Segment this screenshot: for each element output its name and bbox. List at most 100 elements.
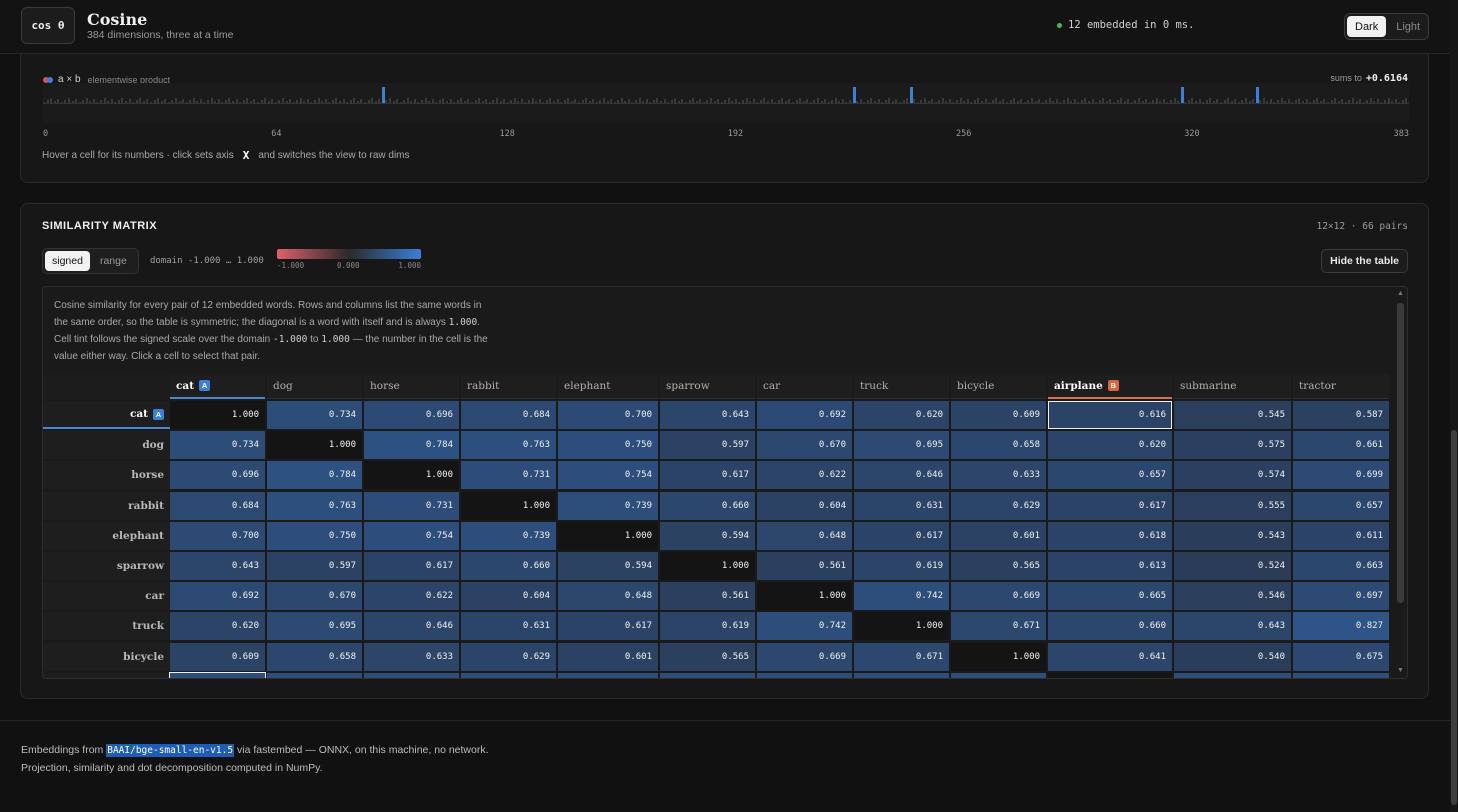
- matrix-cell[interactable]: 0.620: [170, 612, 265, 641]
- matrix-cell[interactable]: 0.643: [1174, 612, 1291, 641]
- matrix-cell[interactable]: 0.620: [1048, 431, 1172, 460]
- row-header-bicycle[interactable]: bicycle: [43, 642, 170, 671]
- matrix-cell[interactable]: 0.633: [951, 461, 1046, 490]
- matrix-cell[interactable]: 0.734: [170, 431, 265, 460]
- matrix-cell[interactable]: 0.658: [267, 642, 362, 671]
- matrix-cell[interactable]: 0.739: [461, 521, 556, 550]
- matrix-cell[interactable]: 1.000: [267, 431, 362, 460]
- matrix-cell[interactable]: 0.540: [1174, 642, 1291, 671]
- matrix-cell[interactable]: 0.675: [1293, 642, 1389, 671]
- matrix-cell[interactable]: 0.646: [854, 461, 949, 490]
- column-header-truck[interactable]: truck: [854, 374, 949, 399]
- matrix-cell[interactable]: 1.000: [461, 491, 556, 520]
- matrix-cell[interactable]: 0.663: [1293, 551, 1389, 580]
- matrix-cell[interactable]: 1.000: [170, 401, 265, 429]
- matrix-cell[interactable]: 0.617: [364, 551, 459, 580]
- matrix-cell[interactable]: 0.742: [757, 612, 852, 641]
- matrix-cell[interactable]: 0.631: [461, 612, 556, 641]
- matrix-cell[interactable]: 0.619: [660, 612, 755, 641]
- matrix-cell[interactable]: 0.574: [1174, 461, 1291, 490]
- matrix-cell[interactable]: 0.742: [854, 582, 949, 611]
- matrix-cell[interactable]: 0.750: [267, 521, 362, 550]
- column-header-tractor[interactable]: tractor: [1293, 374, 1389, 399]
- matrix-cell[interactable]: 0.700: [170, 521, 265, 550]
- column-header-dog[interactable]: dog: [267, 374, 362, 399]
- dims-strip[interactable]: [43, 83, 1409, 123]
- row-header-elephant[interactable]: elephant: [43, 521, 170, 550]
- matrix-cell[interactable]: 0.658: [951, 431, 1046, 460]
- matrix-cell[interactable]: 0.739: [558, 491, 658, 520]
- scroll-up-icon[interactable]: ▲: [1396, 290, 1405, 297]
- matrix-cell[interactable]: 0.565: [951, 551, 1046, 580]
- matrix-cell[interactable]: 0.617: [854, 521, 949, 550]
- matrix-cell[interactable]: 0.524: [1174, 551, 1291, 580]
- matrix-cell[interactable]: 0.641: [1048, 642, 1172, 671]
- matrix-cell[interactable]: 0.700: [558, 401, 658, 429]
- matrix-cell[interactable]: 1.000: [364, 461, 459, 490]
- matrix-cell[interactable]: 1.000: [558, 521, 658, 550]
- matrix-cell[interactable]: 0.684: [170, 491, 265, 520]
- scroll-down-icon[interactable]: ▼: [1396, 667, 1405, 674]
- matrix-cell[interactable]: 0.561: [757, 551, 852, 580]
- matrix-cell[interactable]: [951, 672, 1046, 678]
- matrix-cell[interactable]: 0.617: [1048, 491, 1172, 520]
- matrix-cell[interactable]: 0.731: [364, 491, 459, 520]
- row-header-truck[interactable]: truck: [43, 612, 170, 641]
- table-scrollbar[interactable]: ▲ ▼: [1396, 290, 1405, 674]
- column-header-sparrow[interactable]: sparrow: [660, 374, 755, 399]
- matrix-cell[interactable]: 0.609: [170, 642, 265, 671]
- row-header-rabbit[interactable]: rabbit: [43, 491, 170, 520]
- matrix-cell[interactable]: [1293, 672, 1389, 678]
- matrix-cell[interactable]: 0.754: [364, 521, 459, 550]
- column-header-submarine[interactable]: submarine: [1174, 374, 1291, 399]
- matrix-cell[interactable]: 0.671: [951, 612, 1046, 641]
- matrix-cell[interactable]: 0.555: [1174, 491, 1291, 520]
- matrix-cell[interactable]: 0.611: [1293, 521, 1389, 550]
- hide-table-button[interactable]: Hide the table: [1321, 249, 1408, 273]
- matrix-cell[interactable]: 0.754: [558, 461, 658, 490]
- matrix-cell[interactable]: 0.661: [1293, 431, 1389, 460]
- matrix-cell[interactable]: 0.763: [461, 431, 556, 460]
- matrix-cell[interactable]: 0.660: [660, 491, 755, 520]
- matrix-cell[interactable]: 0.750: [558, 431, 658, 460]
- page-scroll-thumb[interactable]: [1451, 430, 1457, 805]
- row-header-car[interactable]: car: [43, 582, 170, 611]
- matrix-cell[interactable]: [757, 672, 852, 678]
- matrix-cell[interactable]: 0.695: [854, 431, 949, 460]
- row-header-dog[interactable]: dog: [43, 431, 170, 460]
- matrix-cell[interactable]: 0.604: [757, 491, 852, 520]
- matrix-cell[interactable]: 0.629: [951, 491, 1046, 520]
- matrix-cell[interactable]: 0.670: [267, 582, 362, 611]
- matrix-cell[interactable]: 0.633: [364, 642, 459, 671]
- matrix-cell[interactable]: 1.000: [757, 582, 852, 611]
- matrix-cell[interactable]: 0.665: [1048, 582, 1172, 611]
- matrix-cell[interactable]: 0.643: [660, 401, 755, 429]
- matrix-cell[interactable]: 0.616: [1048, 401, 1172, 429]
- matrix-cell[interactable]: [364, 672, 459, 678]
- model-name[interactable]: BAAI/bge-small-en-v1.5: [106, 744, 235, 757]
- matrix-cell[interactable]: 0.692: [170, 582, 265, 611]
- matrix-cell[interactable]: 0.684: [461, 401, 556, 429]
- matrix-cell[interactable]: 0.594: [558, 551, 658, 580]
- matrix-cell[interactable]: 0.620: [854, 401, 949, 429]
- mode-range-button[interactable]: range: [93, 251, 134, 271]
- matrix-cell[interactable]: 0.669: [757, 642, 852, 671]
- matrix-cell[interactable]: 0.643: [170, 551, 265, 580]
- matrix-cell[interactable]: 0.597: [660, 431, 755, 460]
- matrix-cell[interactable]: 0.622: [364, 582, 459, 611]
- matrix-cell[interactable]: 0.648: [757, 521, 852, 550]
- matrix-cell[interactable]: 0.601: [951, 521, 1046, 550]
- matrix-cell[interactable]: 0.617: [558, 612, 658, 641]
- row-header-horse[interactable]: horse: [43, 461, 170, 490]
- matrix-cell[interactable]: 0.594: [660, 521, 755, 550]
- matrix-cell[interactable]: 0.670: [757, 431, 852, 460]
- matrix-cell[interactable]: 0.619: [854, 551, 949, 580]
- theme-light-button[interactable]: Light: [1388, 16, 1428, 37]
- matrix-cell[interactable]: 0.695: [267, 612, 362, 641]
- theme-dark-button[interactable]: Dark: [1347, 16, 1387, 37]
- matrix-cell[interactable]: 0.669: [951, 582, 1046, 611]
- column-header-car[interactable]: car: [757, 374, 852, 399]
- matrix-cell[interactable]: 0.543: [1174, 521, 1291, 550]
- matrix-cell[interactable]: [558, 672, 658, 678]
- matrix-cell[interactable]: 0.657: [1293, 491, 1389, 520]
